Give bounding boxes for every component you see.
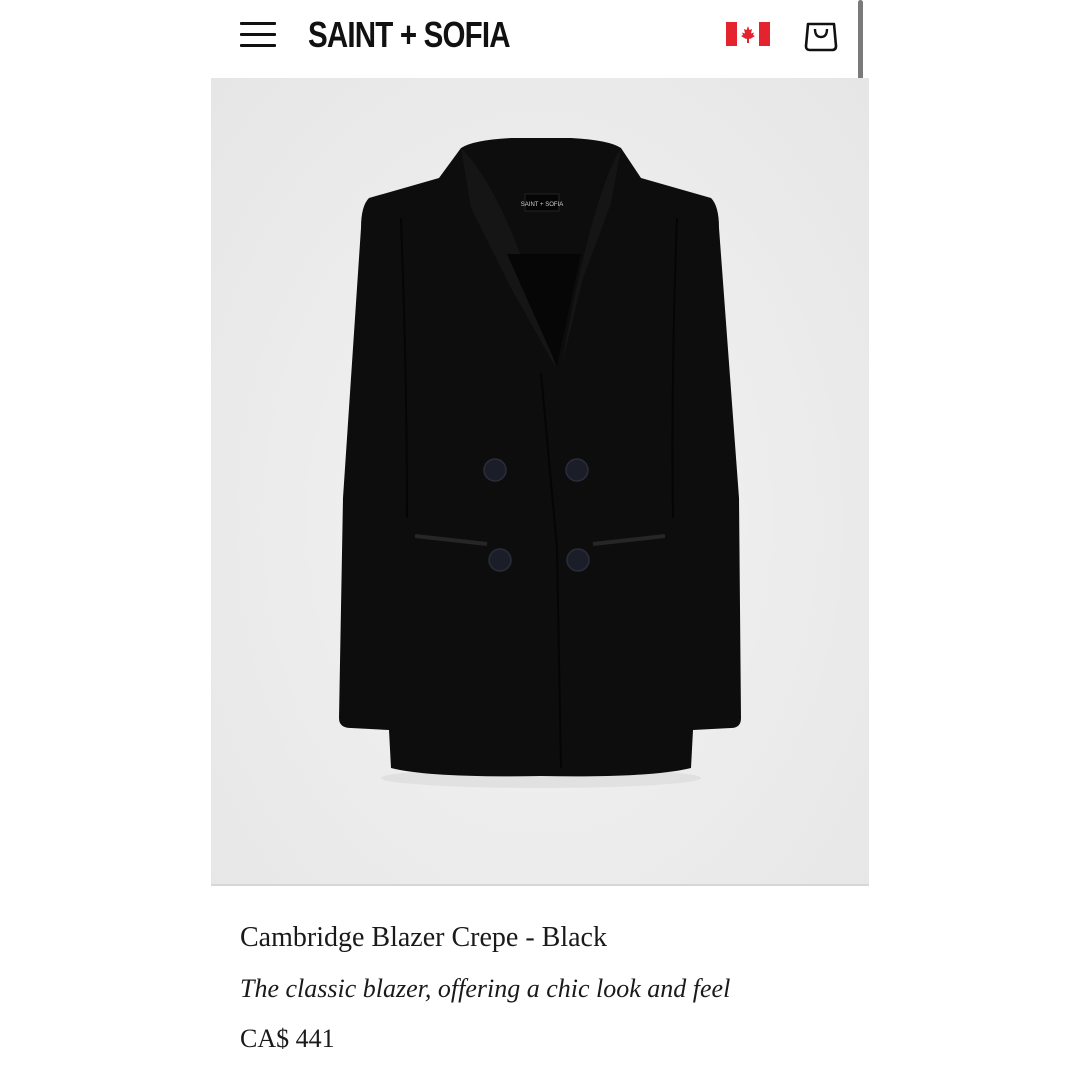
canada-flag-icon[interactable] (726, 22, 770, 46)
hero-divider (211, 884, 869, 886)
product-price: CA$ 441 (240, 1024, 335, 1053)
garment-label-text: SAINT + SOFIA (521, 202, 563, 208)
product-tagline: The classic blazer, offering a chic look… (240, 974, 731, 1003)
product-hero[interactable]: SAINT + SOFIA (211, 78, 869, 884)
shopping-bag-icon[interactable] (804, 16, 838, 52)
blazer-image: SAINT + SOFIA (339, 138, 741, 788)
product-title[interactable]: Cambridge Blazer Crepe - Black (240, 922, 607, 954)
hamburger-menu-icon[interactable] (240, 19, 278, 49)
brand-logo[interactable]: SAINT + SOFIA (308, 14, 511, 56)
